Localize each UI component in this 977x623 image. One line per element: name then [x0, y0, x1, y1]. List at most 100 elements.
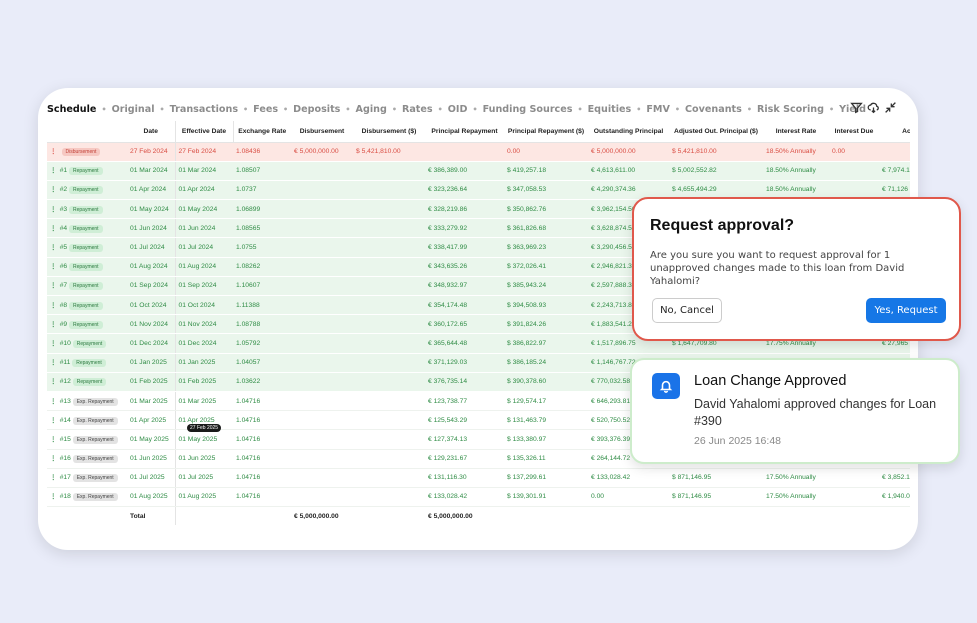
cancel-button[interactable]: No, Cancel: [652, 298, 722, 323]
column-header[interactable]: Principal Repayment: [425, 121, 504, 143]
empty-cell: [829, 506, 879, 527]
table-row[interactable]: ⋮ #1 Repayment 01 Mar 2024 01 Mar 2024 1.085…: [47, 161, 910, 181]
tab-covenants[interactable]: Covenants: [685, 104, 742, 115]
cell-disb-usd: $ 5,421,810.00: [353, 142, 425, 162]
table-row[interactable]: ⋮ #18 Exp. Repayment 01 Aug 2025 01 Aug 202…: [47, 487, 910, 508]
tab-separator: •: [159, 104, 165, 114]
drag-handle-icon[interactable]: ⋮: [50, 167, 57, 174]
drag-handle-icon[interactable]: ⋮: [50, 378, 57, 385]
drag-handle-icon[interactable]: ⋮: [50, 436, 57, 443]
cell-disb-usd: [353, 468, 425, 488]
tab-transactions[interactable]: Transactions: [170, 104, 238, 115]
tab-deposits[interactable]: Deposits: [293, 104, 340, 115]
cell-disb: [291, 429, 353, 450]
row-handle-cell: ⋮ Disbursement: [47, 142, 127, 162]
cell-ir: 18.50% Annually: [763, 142, 829, 162]
row-handle-cell: ⋮ #1 Repayment: [47, 161, 127, 181]
row-type-badge: Repayment: [72, 339, 107, 348]
tab-fmv[interactable]: FMV: [646, 104, 670, 115]
cloud-download-icon[interactable]: [867, 101, 880, 114]
column-header[interactable]: Adjusted Out. Principal ($): [669, 121, 763, 143]
drag-handle-icon[interactable]: ⋮: [50, 206, 57, 213]
tab-fees[interactable]: Fees: [253, 104, 278, 115]
drag-handle-icon[interactable]: ⋮: [50, 186, 57, 193]
tab-bar: Schedule • Original • Transactions • Fees • Depo…: [47, 101, 907, 117]
cell-disb: [291, 333, 353, 354]
column-header[interactable]: Principal Repayment ($): [504, 121, 588, 143]
bell-icon: [652, 373, 680, 399]
filter-icon[interactable]: [850, 101, 863, 114]
cell-eff: 01 Sep 2024: [175, 276, 233, 297]
approval-notification[interactable]: Loan Change Approved David Yahalomi appr…: [630, 358, 960, 464]
drag-handle-icon[interactable]: ⋮: [50, 493, 57, 500]
row-handle-cell: ⋮ #5 Repayment: [47, 237, 127, 258]
tab-rates[interactable]: Rates: [402, 104, 433, 115]
column-header[interactable]: Date: [127, 121, 176, 143]
drag-handle-icon[interactable]: ⋮: [50, 417, 57, 424]
cell-rate: 1.04716: [233, 390, 291, 412]
column-header[interactable]: Effective Date: [175, 121, 234, 143]
column-header[interactable]: Interest Due: [829, 121, 879, 143]
table-row[interactable]: ⋮ Disbursement 27 Feb 2024 27 Feb 2024 1.08…: [47, 142, 910, 162]
cell-rate: 1.04057: [233, 353, 291, 373]
cell-disb-usd: [353, 180, 425, 201]
column-header[interactable]: Accrued: [879, 121, 910, 143]
drag-handle-icon[interactable]: ⋮: [50, 359, 57, 366]
cell-disb-usd: [353, 429, 425, 450]
cell-rate: 1.04716: [233, 487, 291, 508]
confirm-request-button[interactable]: Yes, Request: [866, 298, 946, 323]
row-number: #11: [59, 359, 71, 367]
drag-handle-icon[interactable]: ⋮: [50, 340, 57, 347]
row-handle-cell: ⋮ #15 Exp. Repayment: [47, 429, 127, 450]
empty-cell: [175, 506, 233, 527]
drag-handle-icon[interactable]: ⋮: [50, 263, 57, 270]
cell-disb-usd: [353, 314, 425, 335]
cell-prin-usd: $ 419,257.18: [504, 161, 588, 181]
cell-disb: [291, 353, 353, 373]
cell-rate: 1.08507: [233, 161, 291, 181]
cell-due: [829, 161, 879, 181]
column-header[interactable]: Outstanding Principal: [588, 121, 669, 143]
tab-funding-sources[interactable]: Funding Sources: [483, 104, 573, 115]
column-header[interactable]: Interest Rate: [763, 121, 829, 143]
cell-due: 0.00: [829, 142, 879, 162]
cell-rate: 1.04716: [233, 429, 291, 450]
cell-disb: [291, 487, 353, 508]
tab-oid[interactable]: OID: [448, 104, 468, 115]
cell-out: 0.00: [588, 487, 669, 508]
cell-rate: 1.04716: [233, 410, 291, 431]
drag-handle-icon[interactable]: ⋮: [50, 302, 57, 309]
table-row[interactable]: ⋮ #17 Exp. Repayment 01 Jul 2025 01 Jul 202…: [47, 468, 910, 488]
drag-handle-icon[interactable]: ⋮: [50, 398, 57, 405]
row-type-badge: Exp. Repayment: [72, 455, 118, 464]
cell-acc: € 3,852.1: [879, 468, 910, 488]
drag-handle-icon[interactable]: ⋮: [50, 455, 57, 462]
row-handle-cell: ⋮ #11 Repayment: [47, 353, 127, 373]
drag-handle-icon[interactable]: ⋮: [50, 148, 57, 155]
cell-eff: 01 May 2024: [175, 199, 233, 220]
cell-date: 01 May 2024: [127, 199, 176, 220]
tab-equities[interactable]: Equities: [588, 104, 632, 115]
drag-handle-icon[interactable]: ⋮: [50, 282, 57, 289]
total-row: Total € 5,000,000.00 € 5,000,000.00: [47, 506, 910, 527]
tab-aging[interactable]: Aging: [356, 104, 387, 115]
tab-risk-scoring[interactable]: Risk Scoring: [757, 104, 824, 115]
cell-date: 01 Jul 2025: [127, 468, 176, 488]
cell-eff: 27 Feb 2024: [175, 142, 233, 162]
column-header[interactable]: Disbursement: [291, 121, 353, 143]
tab-schedule[interactable]: Schedule: [47, 104, 96, 115]
column-header[interactable]: Disbursement ($): [353, 121, 425, 143]
collapse-icon[interactable]: [884, 101, 897, 114]
cell-eff: 01 Aug 2024: [175, 257, 233, 277]
drag-handle-icon[interactable]: ⋮: [50, 474, 57, 481]
drag-handle-icon[interactable]: ⋮: [50, 244, 57, 251]
column-header[interactable]: Exchange Rate: [233, 121, 291, 143]
cell-rate: 1.08262: [233, 257, 291, 277]
cell-disb: [291, 257, 353, 277]
tab-original[interactable]: Original: [112, 104, 155, 115]
drag-handle-icon[interactable]: ⋮: [50, 225, 57, 232]
cell-prin: € 323,236.64: [425, 180, 504, 201]
row-number: #17: [59, 474, 71, 482]
cell-eff: 01 May 2025: [175, 429, 233, 450]
drag-handle-icon[interactable]: ⋮: [50, 321, 57, 328]
